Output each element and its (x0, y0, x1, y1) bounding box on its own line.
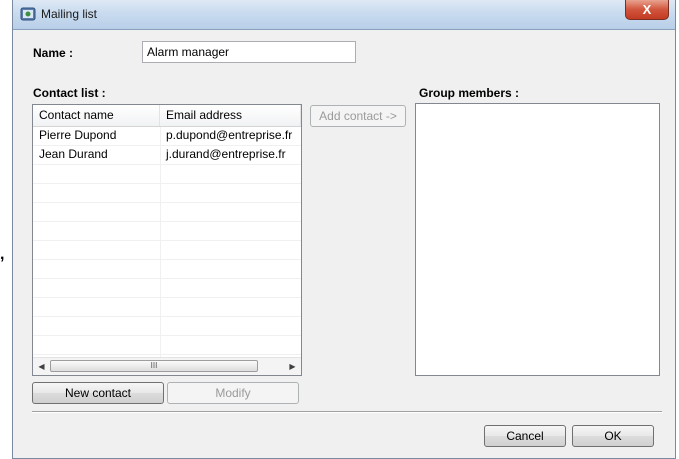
contact-name-cell (33, 298, 160, 316)
column-header-email-address[interactable]: Email address (160, 105, 301, 126)
contact-name-cell (33, 165, 160, 183)
table-row[interactable] (33, 165, 301, 184)
table-row[interactable] (33, 317, 301, 336)
email-address-cell (160, 317, 301, 335)
horizontal-scrollbar[interactable]: ◀ III ▶ (33, 357, 301, 375)
table-row[interactable] (33, 222, 301, 241)
modify-button[interactable]: Modify (167, 382, 299, 404)
stray-comma-mark: , (0, 246, 5, 263)
table-row[interactable] (33, 203, 301, 222)
table-row[interactable] (33, 184, 301, 203)
contact-name-cell (33, 184, 160, 202)
email-address-cell (160, 260, 301, 278)
app-icon (20, 7, 36, 21)
email-address-cell (160, 222, 301, 240)
table-row[interactable] (33, 336, 301, 355)
group-members-label: Group members : (419, 86, 520, 100)
contact-name-cell (33, 336, 160, 354)
contact-name-cell (33, 241, 160, 259)
email-address-cell: p.dupond@entreprise.fr (166, 128, 293, 142)
name-label: Name : (33, 46, 74, 60)
ok-button[interactable]: OK (572, 425, 654, 447)
contact-name-cell: Jean Durand (39, 147, 108, 161)
contact-name-cell (33, 317, 160, 335)
contact-name-cell: Pierre Dupond (39, 128, 117, 142)
email-address-cell (160, 165, 301, 183)
close-button[interactable]: X (625, 0, 669, 20)
email-address-cell (160, 184, 301, 202)
table-row[interactable]: Pierre Dupond p.dupond@entreprise.fr (33, 127, 301, 146)
contact-list[interactable]: Contact name Email address Pierre Dupond… (32, 104, 302, 376)
email-address-cell: j.durand@entreprise.fr (166, 147, 286, 161)
new-contact-button[interactable]: New contact (32, 382, 164, 404)
contact-name-cell (33, 203, 160, 221)
contact-name-cell (33, 222, 160, 240)
window-title: Mailing list (41, 7, 98, 21)
scrollbar-thumb[interactable]: III (50, 360, 258, 372)
contact-list-rows: Pierre Dupond p.dupond@entreprise.fr Jean … (33, 127, 301, 355)
contact-list-header: Contact name Email address (33, 105, 301, 127)
group-members-list[interactable] (415, 103, 660, 376)
email-address-cell (160, 336, 301, 354)
contact-name-cell (33, 279, 160, 297)
title-bar[interactable]: Mailing list X (13, 0, 675, 30)
email-address-cell (160, 203, 301, 221)
add-contact-button[interactable]: Add contact -> (310, 105, 406, 127)
email-address-cell (160, 241, 301, 259)
email-address-cell (160, 298, 301, 316)
table-row[interactable] (33, 241, 301, 260)
table-row[interactable] (33, 279, 301, 298)
contact-list-label: Contact list : (33, 86, 106, 100)
column-header-contact-name[interactable]: Contact name (33, 105, 160, 126)
dialog-client-area: Name : Contact list : Group members : Co… (21, 30, 667, 455)
email-address-cell (160, 279, 301, 297)
table-row[interactable]: Jean Durand j.durand@entreprise.fr (33, 146, 301, 165)
table-row[interactable] (33, 260, 301, 279)
cancel-button[interactable]: Cancel (484, 425, 566, 447)
scroll-left-icon[interactable]: ◀ (33, 358, 50, 375)
scroll-right-icon[interactable]: ▶ (284, 358, 301, 375)
name-field[interactable] (142, 41, 356, 63)
mailing-list-dialog: Mailing list X Name : Contact list : Gro… (12, 0, 676, 459)
footer-separator (32, 411, 662, 413)
contact-name-cell (33, 260, 160, 278)
table-row[interactable] (33, 298, 301, 317)
